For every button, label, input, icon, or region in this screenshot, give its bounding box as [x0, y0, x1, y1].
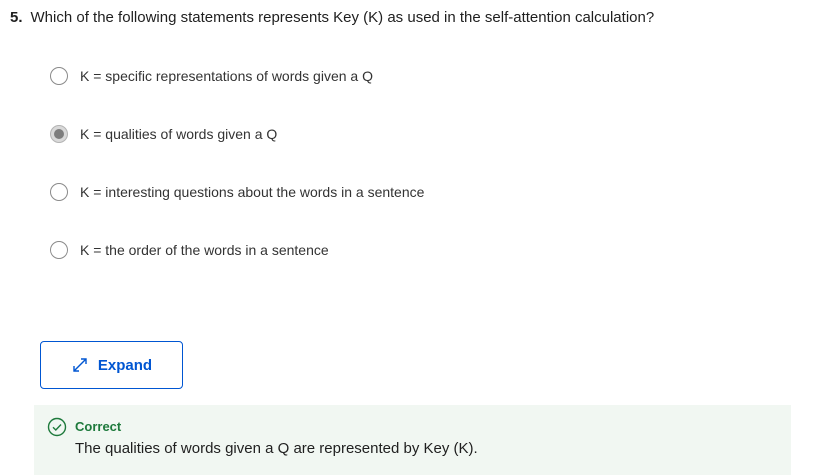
expand-button[interactable]: Expand — [40, 341, 183, 389]
feedback-explanation: The qualities of words given a Q are rep… — [75, 440, 478, 457]
radio-button-option-1[interactable] — [50, 67, 68, 85]
expand-button-label: Expand — [97, 356, 153, 374]
question-number: 5. — [10, 9, 23, 26]
option-3-label: K = interesting questions about the word… — [80, 184, 425, 200]
option-3[interactable]: K = interesting questions about the word… — [50, 181, 424, 203]
option-1-label: K = specific representations of words gi… — [80, 68, 373, 84]
option-2[interactable]: K = qualities of words given a Q — [50, 123, 277, 145]
expand-arrows-icon — [71, 356, 89, 374]
option-4-label: K = the order of the words in a sentence — [80, 242, 329, 258]
feedback-status: Correct — [75, 419, 122, 434]
check-circle-icon — [47, 417, 67, 437]
question-prompt: Which of the following statements repres… — [30, 9, 655, 26]
feedback-panel: Correct The qualities of words given a Q… — [34, 405, 791, 475]
option-2-label: K = qualities of words given a Q — [80, 126, 278, 142]
option-1[interactable]: K = specific representations of words gi… — [50, 65, 373, 87]
radio-button-option-2[interactable] — [50, 125, 68, 143]
option-4[interactable]: K = the order of the words in a sentence — [50, 239, 329, 261]
radio-button-option-4[interactable] — [50, 241, 68, 259]
radio-button-option-3[interactable] — [50, 183, 68, 201]
question-text: 5. Which of the following statements repr… — [10, 8, 654, 28]
